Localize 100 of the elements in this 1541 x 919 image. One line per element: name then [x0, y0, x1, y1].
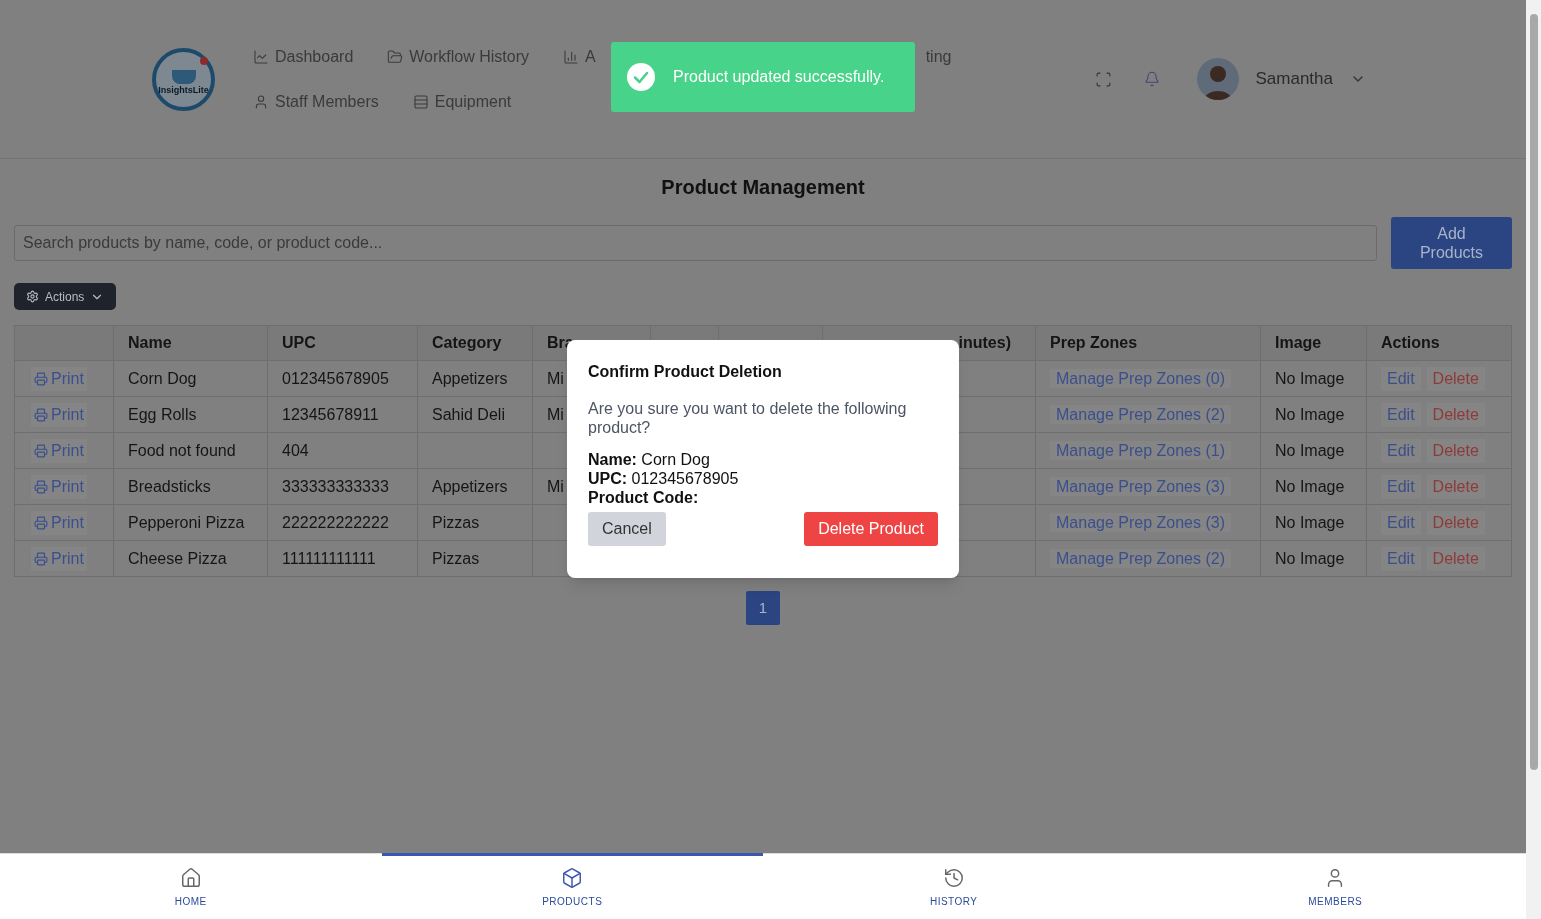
table-cell: No Image	[1275, 405, 1345, 423]
add-products-button[interactable]: Add Products	[1391, 217, 1512, 269]
logo-text: InsightsLite	[158, 85, 209, 95]
delete-button[interactable]: Delete	[1426, 546, 1485, 571]
table-cell: 222222222222	[282, 513, 389, 531]
print-button[interactable]: Print	[31, 474, 87, 499]
user-icon	[253, 93, 269, 110]
print-button[interactable]: Print	[31, 366, 87, 391]
delete-button[interactable]: Delete	[1426, 438, 1485, 463]
bottom-nav-tab[interactable]: MEMBERS	[1144, 853, 1526, 919]
check-circle-icon	[627, 63, 655, 91]
nav-link[interactable]: Workflow History	[387, 44, 529, 69]
printer-icon	[34, 551, 48, 566]
edit-button[interactable]: Edit	[1381, 438, 1421, 463]
nav-link[interactable]: Staff Members	[253, 89, 379, 114]
edit-button[interactable]: Edit	[1381, 402, 1421, 427]
print-button[interactable]: Print	[31, 402, 87, 427]
table-cell: Appetizers	[432, 477, 508, 495]
delete-button[interactable]: Delete	[1426, 474, 1485, 499]
table-cell: Pizzas	[432, 513, 480, 531]
table-cell: Appetizers	[432, 369, 508, 387]
nav-link[interactable]: Equipment	[412, 89, 512, 114]
manage-prep-zones-link[interactable]: Manage Prep Zones (3)	[1050, 512, 1231, 532]
nav-link[interactable]: ting	[925, 44, 952, 69]
printer-icon	[34, 479, 48, 494]
manage-prep-zones-link[interactable]: Manage Prep Zones (0)	[1050, 368, 1231, 388]
user-name[interactable]: Samantha	[1255, 66, 1333, 92]
delete-button[interactable]: Delete	[1426, 402, 1485, 427]
table-cell: Pepperoni Pizza	[128, 513, 245, 531]
manage-prep-zones-link[interactable]: Manage Prep Zones (2)	[1050, 548, 1231, 568]
column-header: Image	[1275, 334, 1322, 351]
table-cell: No Image	[1275, 441, 1345, 459]
chart-line-icon	[253, 48, 269, 65]
nav-link[interactable]: A	[563, 44, 596, 69]
bell-icon[interactable]	[1143, 71, 1160, 87]
table-cell: 404	[282, 441, 309, 459]
toast-message: Product updated successfully.	[673, 67, 885, 87]
table-cell: Breadsticks	[128, 477, 211, 495]
fullscreen-icon[interactable]	[1094, 70, 1112, 88]
page-button[interactable]: 1	[746, 591, 780, 625]
column-header: Name	[128, 334, 172, 351]
dialog-message: Are you sure you want to delete the following product?	[588, 399, 908, 437]
table-cell: No Image	[1275, 477, 1345, 495]
table-cell: 333333333333	[282, 477, 389, 495]
column-header: Actions	[1381, 334, 1440, 351]
printer-icon	[34, 371, 48, 386]
printer-icon	[34, 443, 48, 458]
table-cell: Mi	[547, 369, 564, 387]
print-button[interactable]: Print	[31, 438, 87, 463]
table-cell: No Image	[1275, 549, 1345, 567]
detail-line: Product Code:	[588, 488, 700, 507]
scrollbar[interactable]	[1526, 0, 1541, 919]
table-cell: 12345678911	[282, 405, 379, 423]
bottom-nav-tab[interactable]: HOME	[0, 853, 382, 919]
edit-button[interactable]: Edit	[1381, 510, 1421, 535]
search-field[interactable]: Search products by name, code, or product code...	[14, 225, 1377, 261]
cup-icon	[171, 69, 196, 84]
table-cell: Sahid Deli	[432, 405, 505, 423]
edit-button[interactable]: Edit	[1381, 366, 1421, 391]
dialog-title: Confirm Product Deletion	[588, 362, 783, 382]
table-cell: Egg Rolls	[128, 405, 197, 423]
edit-button[interactable]: Edit	[1381, 474, 1421, 499]
avatar[interactable]	[1196, 58, 1239, 100]
cancel-button[interactable]: Cancel	[588, 512, 666, 546]
printer-icon	[34, 515, 48, 530]
folder-icon	[387, 48, 404, 65]
history-icon	[942, 866, 965, 889]
bar-chart-icon	[563, 48, 579, 65]
box-icon	[561, 866, 584, 889]
gear-icon	[26, 290, 39, 303]
delete-product-button[interactable]: Delete Product	[804, 512, 938, 546]
table-cell: Mi	[547, 405, 564, 423]
table-cell: 012345678905	[282, 369, 389, 387]
page-title: Product Management	[660, 175, 866, 199]
table-cell: Cheese Pizza	[128, 549, 227, 567]
home-icon	[179, 866, 202, 889]
actions-button[interactable]: Actions	[14, 283, 117, 310]
list-icon	[412, 93, 429, 110]
delete-button[interactable]: Delete	[1426, 366, 1485, 391]
nav-link[interactable]: Dashboard	[253, 44, 354, 69]
table-cell: Pizzas	[432, 549, 480, 567]
column-header: inutes)	[958, 334, 1011, 351]
column-header: UPC	[282, 334, 316, 351]
manage-prep-zones-link[interactable]: Manage Prep Zones (3)	[1050, 476, 1231, 496]
bottom-nav-tab[interactable]: HISTORY	[763, 853, 1145, 919]
table-cell: Corn Dog	[128, 369, 197, 387]
bottom-nav-tab[interactable]: PRODUCTS	[381, 853, 763, 919]
table-cell: Mi	[547, 477, 564, 495]
manage-prep-zones-link[interactable]: Manage Prep Zones (2)	[1050, 404, 1231, 424]
print-button[interactable]: Print	[31, 510, 87, 535]
print-button[interactable]: Print	[31, 546, 87, 571]
manage-prep-zones-link[interactable]: Manage Prep Zones (1)	[1050, 440, 1231, 460]
table-cell: 111111111111	[282, 549, 376, 567]
column-header: Prep Zones	[1050, 334, 1138, 351]
printer-icon	[34, 407, 48, 422]
column-header: Category	[432, 334, 502, 351]
scrollbar-thumb[interactable]	[1529, 14, 1538, 770]
table-cell: Food not found	[128, 441, 236, 459]
edit-button[interactable]: Edit	[1381, 546, 1421, 571]
delete-button[interactable]: Delete	[1426, 510, 1485, 535]
